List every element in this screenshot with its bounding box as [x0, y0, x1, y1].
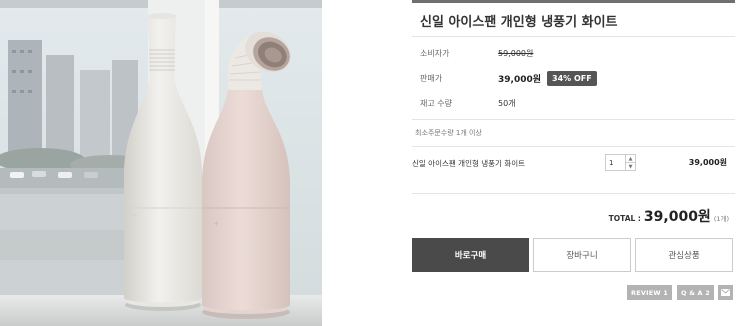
discount-badge: 34% OFF — [547, 70, 597, 86]
sale-price-label: 판매가 — [420, 73, 443, 83]
top-divider — [412, 0, 735, 3]
quantity-stepper: ▲ ▼ — [605, 154, 636, 171]
stock-value: 50개 — [498, 98, 516, 108]
divider — [412, 36, 735, 37]
option-name: 신일 아이스팬 개인형 냉풍기 화이트 — [412, 159, 526, 168]
total-count: (1개) — [713, 215, 729, 223]
sale-price-row: 판매가 39,000원 34% OFF — [420, 70, 597, 86]
sale-price-value: 39,000원 — [498, 74, 542, 85]
stock-label: 재고 수량 — [420, 98, 452, 108]
quantity-input[interactable] — [606, 155, 626, 170]
option-price: 39,000원 — [688, 158, 727, 167]
min-order-note: 최소주문수량 1개 이상 — [415, 129, 482, 137]
consumer-price-value: 59,000원 — [498, 48, 534, 58]
qa-button[interactable]: Q & A 2 — [677, 285, 714, 300]
add-to-cart-button[interactable]: 장바구니 — [533, 238, 631, 272]
caret-up-icon[interactable]: ▲ — [626, 155, 635, 162]
caret-down-icon[interactable]: ▼ — [626, 162, 635, 170]
product-photo: + + — [0, 0, 322, 326]
consumer-price-row: 소비자가 59,000원 — [420, 45, 533, 61]
divider — [412, 146, 735, 147]
review-button[interactable]: REVIEW 1 — [627, 285, 672, 300]
svg-text:+: + — [131, 211, 138, 220]
consumer-price-label: 소비자가 — [420, 48, 450, 58]
wishlist-button[interactable]: 관심상품 — [635, 238, 733, 272]
total-label: TOTAL : — [608, 214, 641, 223]
divider — [412, 193, 735, 194]
svg-text:+: + — [213, 219, 220, 228]
product-title: 신일 아이스팬 개인형 냉풍기 화이트 — [420, 15, 618, 30]
total-amount: 39,000원 — [643, 209, 711, 225]
divider — [412, 119, 735, 120]
mail-icon — [721, 289, 730, 296]
buy-now-button[interactable]: 바로구매 — [412, 238, 529, 272]
product-info-panel: 신일 아이스팬 개인형 냉풍기 화이트 소비자가 59,000원 판매가 39,… — [412, 0, 735, 326]
stock-row: 재고 수량 50개 — [420, 95, 516, 111]
total-summary: TOTAL : 39,000원 (1개) — [609, 206, 729, 226]
mail-button[interactable] — [718, 285, 733, 300]
